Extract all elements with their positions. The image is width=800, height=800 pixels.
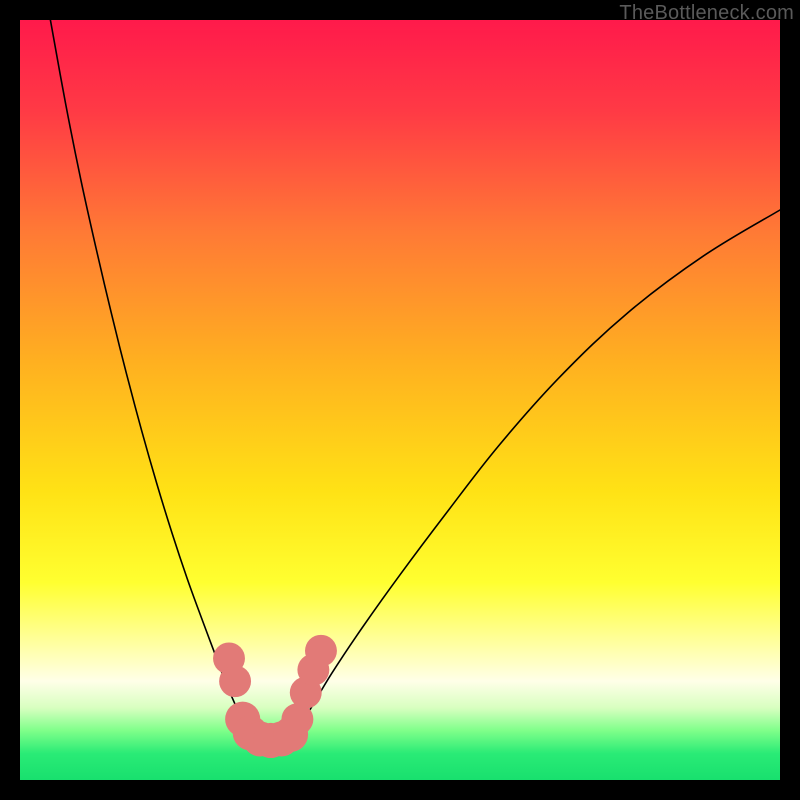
marker-point [219,665,251,697]
outer-frame: TheBottleneck.com [0,0,800,800]
chart-svg [20,20,780,780]
marker-point [305,635,337,667]
plot-area [20,20,780,780]
watermark-text: TheBottleneck.com [619,2,794,25]
